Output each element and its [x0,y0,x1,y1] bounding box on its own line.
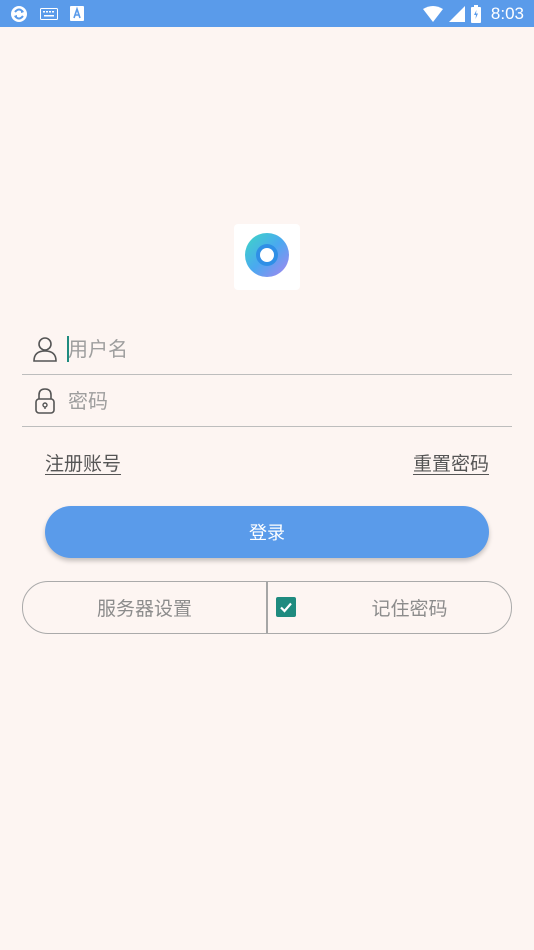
register-link[interactable]: 注册账号 [45,449,121,476]
status-time: 8:03 [490,3,524,23]
password-input[interactable] [68,386,488,416]
reset-password-link[interactable]: 重置密码 [413,449,489,476]
app-logo-icon [244,232,290,282]
battery-icon [470,4,481,23]
password-row [22,376,512,427]
server-settings-label: 服务器设置 [96,598,192,620]
user-icon [22,324,68,374]
remember-password-checkbox[interactable] [276,597,296,617]
remember-password-label: 记住密码 [371,598,448,620]
server-settings-button[interactable]: 服务器设置 [23,582,266,633]
sync-icon [10,5,28,23]
wifi-icon [422,5,443,22]
keyboard-icon [40,7,58,20]
username-row [22,324,512,375]
login-button[interactable]: 登录 [45,506,489,558]
bottom-options: 服务器设置 记住密码 [22,581,512,634]
font-icon [70,6,84,21]
remember-password-toggle[interactable]: 记住密码 [268,582,511,633]
signal-icon [448,5,465,22]
status-bar-right: 8:03 [422,2,524,25]
status-bar-left [10,4,84,23]
status-bar: 8:03 [0,0,534,27]
lock-icon [22,376,68,426]
app-logo [234,224,300,290]
checkmark-icon [280,602,292,613]
username-input[interactable] [68,334,488,364]
text-caret [67,336,69,362]
